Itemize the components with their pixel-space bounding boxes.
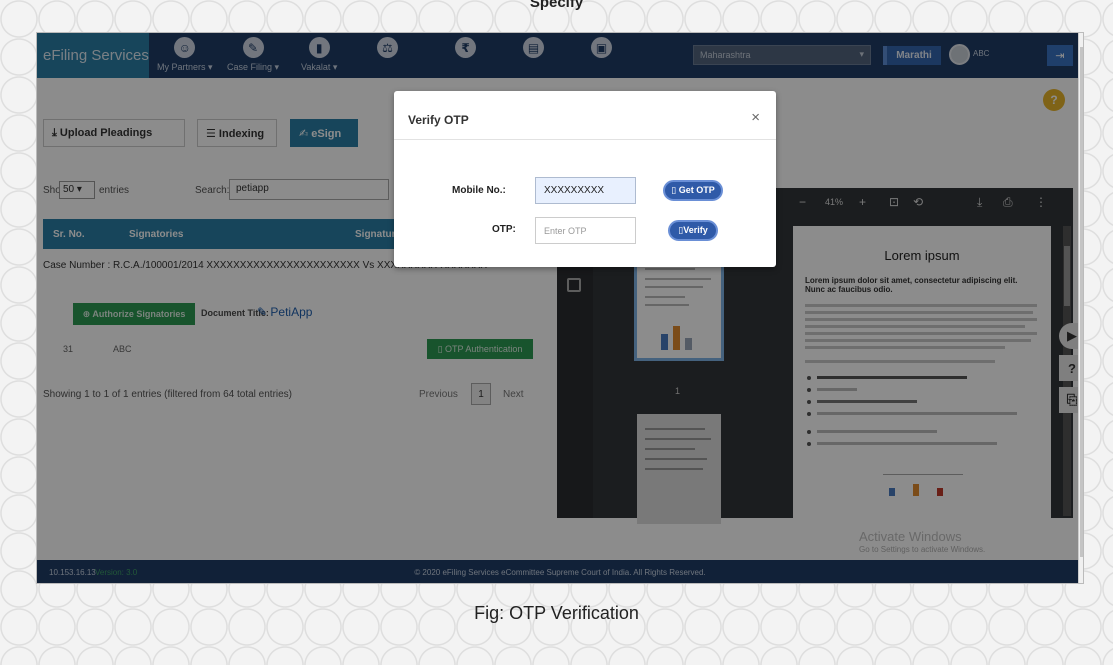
close-icon[interactable]: × [751,109,760,126]
otp-field[interactable]: Enter OTP [535,217,636,244]
verify-button[interactable]: ▯Verify [668,220,718,241]
mobile-number-label: Mobile No.: [452,185,506,196]
mobile-number-field[interactable]: XXXXXXXXX [535,177,636,204]
page-scrollbar[interactable] [1078,33,1083,583]
screenshot-frame: eFiling Services ☺ My Partners ▾ ✎ Case … [36,32,1084,584]
get-otp-button[interactable]: ▯ Get OTP [663,180,723,201]
verify-otp-dialog: Verify OTP × Mobile No.: XXXXXXXXX ▯ Get… [394,91,776,267]
top-caption: Specify [529,0,584,11]
dialog-title: Verify OTP [408,113,469,127]
divider [394,139,776,140]
figure-caption: Fig: OTP Verification [474,603,639,623]
otp-label: OTP: [492,224,516,235]
